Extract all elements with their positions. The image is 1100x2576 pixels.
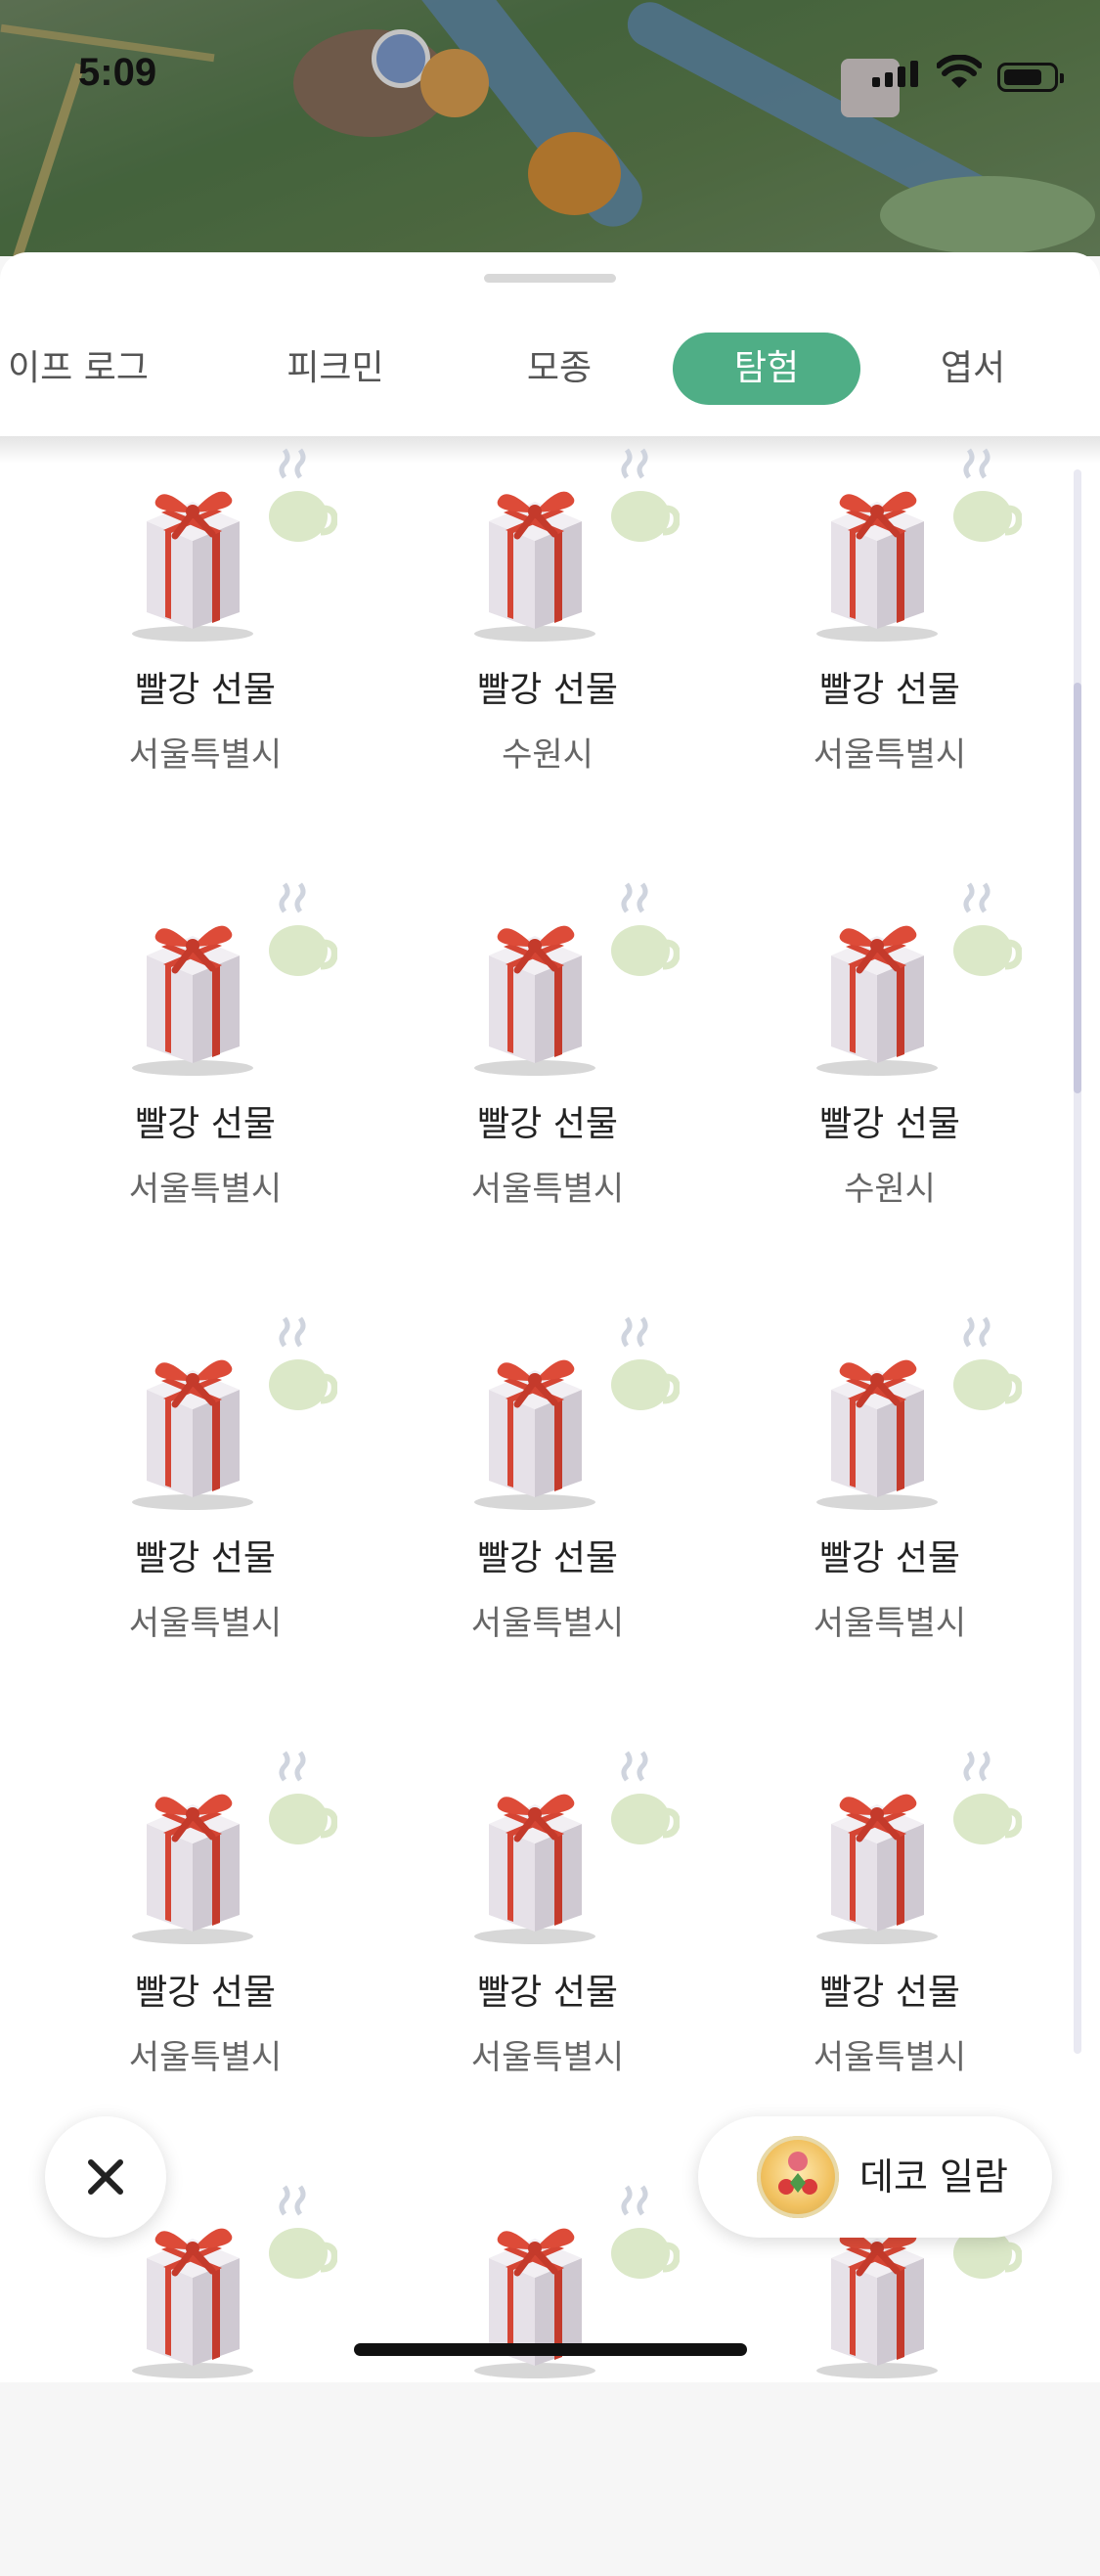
map-decoration	[880, 176, 1095, 254]
tab-seedling[interactable]: 모종	[462, 333, 657, 405]
gift-location: 수원시	[502, 735, 594, 775]
tab-postcard[interactable]: 엽서	[875, 333, 1071, 405]
home-indicator[interactable]	[354, 2343, 747, 2356]
wifi-icon	[937, 55, 982, 88]
gift-item[interactable]: 빨강 선물서울특별시	[743, 1751, 1036, 2142]
gift-item[interactable]	[59, 2185, 352, 2576]
gift-location: 서울특별시	[470, 1604, 625, 1643]
gift-location: 수원시	[844, 1170, 936, 1209]
bottom-sheet: 이프 로그 피크민 모종 탐험 엽서 빨강 선물 서울특별시 빨강 선물 수원시 빨강 …	[0, 252, 1100, 2382]
gift-location: 서울특별시	[813, 735, 967, 775]
gift-item[interactable]: 빨강 선물서울특별시	[59, 882, 352, 1273]
gift-box-icon	[445, 1751, 681, 1946]
close-icon	[88, 2159, 123, 2195]
gift-item[interactable]: 빨강 선물수원시	[743, 882, 1036, 1273]
gift-location: 서울특별시	[128, 1170, 283, 1209]
gift-box-icon	[445, 448, 681, 644]
gift-location: 서울특별시	[470, 2038, 625, 2077]
gift-box-icon	[787, 1751, 1023, 1946]
gift-box-icon	[787, 1316, 1023, 1512]
gift-item[interactable]	[743, 2185, 1036, 2576]
gift-location: 서울특별시	[128, 2038, 283, 2077]
gift-box-icon	[103, 1751, 338, 1946]
gift-item[interactable]: 빨강 선물서울특별시	[401, 1751, 694, 2142]
gift-item[interactable]: 빨강 선물서울특별시	[59, 1316, 352, 1708]
gift-name: 빨강 선물	[819, 1973, 960, 2013]
gift-box-icon	[787, 882, 1023, 1078]
scrollbar-thumb[interactable]	[1074, 683, 1081, 1093]
deco-list-label: 데코 일람	[859, 2155, 1008, 2198]
gift-name: 빨강 선물	[819, 1538, 960, 1578]
gift-location: 서울특별시	[128, 1604, 283, 1643]
gift-item[interactable]	[401, 2185, 694, 2576]
gift-name: 빨강 선물	[477, 670, 618, 710]
gift-name: 빨강 선물	[135, 1538, 276, 1578]
close-button[interactable]	[45, 2116, 166, 2238]
gift-name: 빨강 선물	[135, 1104, 276, 1144]
tab-bar: 이프 로그 피크민 모종 탐험 엽서	[0, 311, 1100, 419]
gift-location: 서울특별시	[470, 1170, 625, 1209]
gift-name: 빨강 선물	[819, 1104, 960, 1144]
tab-lifelog[interactable]: 이프 로그	[0, 333, 176, 405]
gift-box-icon	[445, 882, 681, 1078]
tab-exploration[interactable]: 탐험	[673, 333, 860, 405]
sheet-grabber[interactable]	[484, 274, 616, 283]
cellular-signal-icon	[872, 61, 918, 87]
gift-item[interactable]: 빨강 선물서울특별시	[401, 1316, 694, 1708]
gift-box-icon	[445, 1316, 681, 1512]
gift-name: 빨강 선물	[135, 1973, 276, 2013]
gift-item[interactable]: 빨강 선물서울특별시	[59, 1751, 352, 2142]
gift-item[interactable]: 빨강 선물서울특별시	[743, 448, 1036, 839]
status-bar: 5:09	[0, 0, 1100, 156]
gift-name: 빨강 선물	[477, 1538, 618, 1578]
gift-location: 서울특별시	[813, 2038, 967, 2077]
gift-location: 서울특별시	[128, 735, 283, 775]
gift-item[interactable]: 빨강 선물수원시	[401, 448, 694, 839]
gift-name: 빨강 선물	[819, 670, 960, 710]
gift-name: 빨강 선물	[477, 1104, 618, 1144]
gift-box-icon	[787, 448, 1023, 644]
deco-badge-icon	[757, 2136, 839, 2218]
gift-item[interactable]: 빨강 선물서울특별시	[401, 882, 694, 1273]
deco-list-button[interactable]: 데코 일람	[698, 2116, 1052, 2238]
gift-item[interactable]: 빨강 선물서울특별시	[59, 448, 352, 839]
gift-box-icon	[103, 882, 338, 1078]
gift-item[interactable]: 빨강 선물서울특별시	[743, 1316, 1036, 1708]
gift-name: 빨강 선물	[135, 670, 276, 710]
tab-pikmin[interactable]: 피크민	[238, 333, 433, 405]
gift-box-icon	[103, 1316, 338, 1512]
gift-box-icon	[103, 448, 338, 644]
gift-name: 빨강 선물	[477, 1973, 618, 2013]
gift-location: 서울특별시	[813, 1604, 967, 1643]
battery-icon	[997, 63, 1064, 92]
status-time: 5:09	[78, 51, 157, 94]
